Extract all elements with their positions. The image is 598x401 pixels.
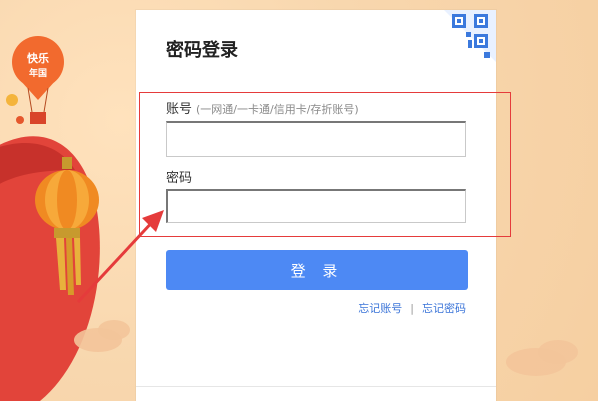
qr-code-icon[interactable]	[444, 10, 496, 62]
login-button[interactable]: 登 录	[166, 250, 468, 290]
balloon-icon: 快乐 年国	[12, 36, 64, 124]
forgot-links: 忘记账号 | 忘记密码	[166, 300, 466, 316]
card-divider	[136, 386, 496, 387]
svg-text:年国: 年国	[29, 67, 47, 79]
link-separator: |	[410, 302, 414, 315]
festive-decoration-left: 快乐 年国	[0, 0, 140, 401]
svg-text:快乐: 快乐	[26, 51, 49, 65]
festive-decoration-right	[496, 0, 598, 401]
forgot-account-link[interactable]: 忘记账号	[358, 302, 402, 315]
page-title: 密码登录	[166, 40, 238, 61]
forgot-password-link[interactable]: 忘记密码	[422, 302, 466, 315]
highlight-annotation	[139, 92, 511, 237]
